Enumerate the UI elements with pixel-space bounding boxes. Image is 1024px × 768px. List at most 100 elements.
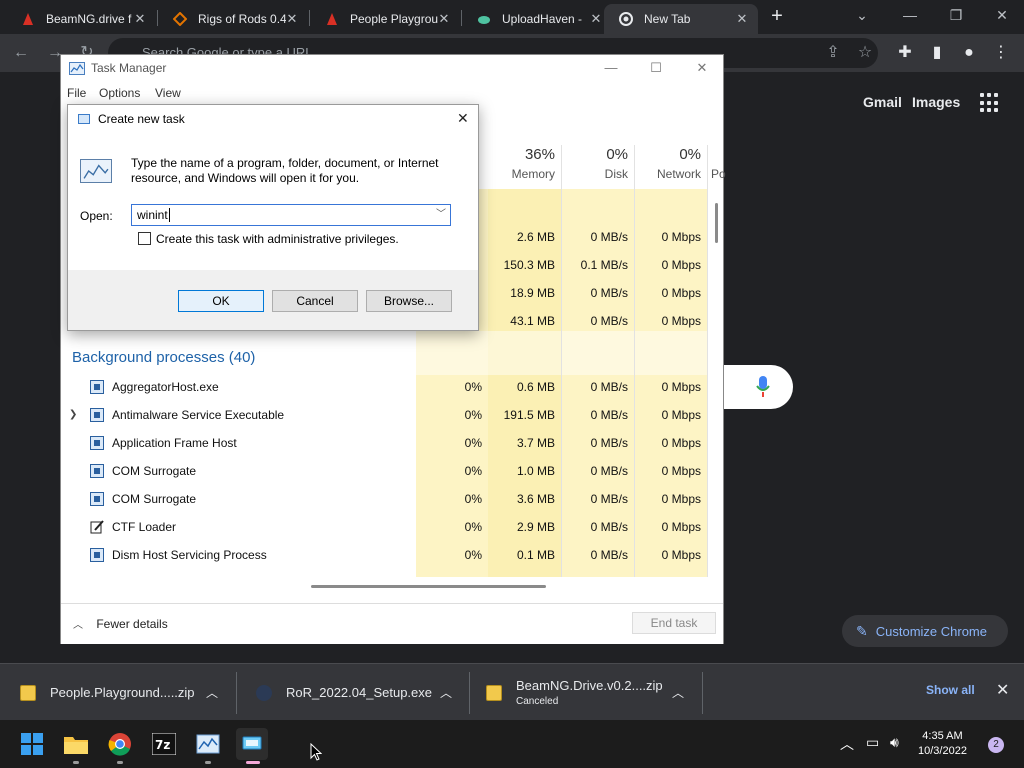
beamng-icon — [20, 11, 36, 27]
menu-file[interactable]: File — [67, 86, 86, 100]
close-tab-icon[interactable]: ✕ — [436, 11, 452, 27]
taskbar-clock[interactable]: 4:35 AM 10/3/2022 — [918, 729, 967, 759]
disk-cell: 0 MB/s — [590, 436, 628, 450]
open-label: Open: — [80, 209, 113, 223]
new-tab-button[interactable]: + — [766, 6, 788, 28]
admin-privileges-label[interactable]: Create this task with administrative pri… — [156, 232, 399, 246]
chevron-up-icon[interactable]: ︿ — [440, 684, 452, 701]
network-cell: 0 Mbps — [661, 520, 701, 534]
maximize-icon[interactable]: ☐ — [646, 60, 666, 78]
restore-icon[interactable]: ❐ — [936, 4, 976, 26]
tab-rigs-of-rods[interactable]: Rigs of Rods 0.4 ✕ — [158, 4, 308, 34]
table-row[interactable]: CTF Loader 0% 2.9 MB 0 MB/s 0 Mbps — [61, 513, 707, 541]
download-item[interactable]: BeamNG.Drive.v0.2....zip Canceled ︿ — [486, 664, 684, 721]
close-icon[interactable]: ✕ — [692, 60, 712, 78]
close-tab-icon[interactable]: ✕ — [734, 11, 750, 27]
profile-icon[interactable]: ● — [958, 42, 980, 64]
header-power[interactable]: Po — [711, 145, 726, 189]
download-item[interactable]: RoR_2022.04_Setup.exe ︿ — [256, 664, 452, 721]
close-window-icon[interactable]: ✕ — [982, 4, 1022, 26]
network-cell: 0 Mbps — [661, 230, 701, 244]
gmail-link[interactable]: Gmail — [863, 94, 902, 110]
close-downloads-icon[interactable]: ✕ — [996, 680, 1009, 700]
menu-dots-icon[interactable]: ⋮ — [990, 42, 1012, 64]
side-panel-icon[interactable]: ▮ — [926, 42, 948, 64]
dialog-body: Type the name of a program, folder, docu… — [68, 133, 478, 270]
window-title: Task Manager — [91, 61, 167, 75]
header-network[interactable]: 0% Network — [634, 145, 701, 189]
open-combobox[interactable]: winint ﹀ — [131, 204, 451, 226]
run-icon — [78, 114, 90, 124]
close-tab-icon[interactable]: ✕ — [588, 11, 604, 27]
chevron-up-icon[interactable]: ︿ — [206, 684, 218, 701]
process-name: COM Surrogate — [112, 464, 197, 478]
create-new-task-dialog[interactable]: Create new task ✕ Type the name of a pro… — [67, 104, 479, 331]
download-filename: BeamNG.Drive.v0.2....zip — [516, 678, 663, 693]
share-icon[interactable]: ⇪ — [822, 42, 844, 64]
file-explorer-icon[interactable] — [60, 728, 92, 764]
ok-button[interactable]: OK — [178, 290, 264, 312]
customize-chrome-button[interactable]: ✎ Customize Chrome — [842, 615, 1008, 647]
bookmark-star-icon[interactable]: ☆ — [854, 42, 876, 64]
header-memory[interactable]: 36% Memory — [488, 145, 555, 189]
horizontal-scrollbar[interactable] — [311, 585, 546, 588]
7zip-icon[interactable]: 7z — [148, 728, 180, 760]
start-icon[interactable] — [16, 728, 48, 760]
tab-new-tab[interactable]: New Tab ✕ — [604, 4, 758, 34]
tab-people-playground[interactable]: People Playgrou ✕ — [310, 4, 460, 34]
table-row[interactable]: COM Surrogate 0% 1.0 MB 0 MB/s 0 Mbps — [61, 457, 707, 485]
dialog-titlebar[interactable]: Create new task ✕ — [68, 105, 478, 133]
download-item[interactable]: People.Playground.....zip ︿ — [20, 664, 218, 721]
tab-search-icon[interactable]: ⌄ — [842, 4, 882, 26]
menu-view[interactable]: View — [155, 86, 181, 100]
minimize-icon[interactable]: — — [890, 4, 930, 26]
vertical-scrollbar[interactable] — [715, 203, 718, 243]
browse-button[interactable]: Browse... — [366, 290, 452, 312]
fewer-details-button[interactable]: ︿ Fewer details — [73, 616, 168, 631]
process-name: Application Frame Host — [112, 436, 237, 450]
images-link[interactable]: Images — [912, 94, 960, 110]
tab-uploadhaven[interactable]: UploadHaven - ✕ — [462, 4, 612, 34]
volume-icon[interactable]: 🔊︎ — [890, 734, 899, 751]
chevron-down-icon[interactable]: ﹀ — [436, 205, 446, 225]
google-apps-icon[interactable] — [980, 93, 1000, 113]
background-processes-heading: Background processes (40) — [72, 349, 256, 366]
table-row[interactable]: ❯ Antimalware Service Executable 0% 191.… — [61, 401, 707, 429]
run-icon[interactable] — [236, 728, 268, 764]
chrome-icon[interactable] — [104, 728, 136, 764]
chrome-icon — [618, 11, 634, 27]
tab-title: Rigs of Rods 0.4 — [198, 12, 286, 26]
admin-privileges-checkbox[interactable] — [138, 232, 151, 245]
chevron-up-icon[interactable]: ︿ — [672, 684, 684, 701]
header-disk[interactable]: 0% Disk — [561, 145, 628, 189]
chevron-up-icon[interactable]: ︿ — [840, 734, 854, 754]
table-row[interactable]: Dism Host Servicing Process 0% 0.1 MB 0 … — [61, 541, 707, 569]
fewer-details-label: Fewer details — [96, 617, 168, 631]
back-icon[interactable]: ← — [10, 42, 32, 64]
menu-options[interactable]: Options — [99, 86, 140, 100]
show-all-downloads-link[interactable]: Show all — [926, 683, 975, 697]
minimize-icon[interactable]: — — [601, 60, 621, 78]
cancel-button[interactable]: Cancel — [272, 290, 358, 312]
tab-beamng[interactable]: BeamNG.drive f ✕ — [6, 4, 156, 34]
power-label: Po — [711, 167, 726, 181]
notification-badge[interactable]: 2 — [988, 737, 1004, 753]
close-tab-icon[interactable]: ✕ — [132, 11, 148, 27]
task-manager-icon[interactable] — [192, 728, 224, 764]
close-tab-icon[interactable]: ✕ — [284, 11, 300, 27]
end-task-button[interactable]: End task — [632, 612, 716, 634]
network-icon[interactable]: ▭ — [866, 734, 879, 751]
network-percent: 0% — [679, 146, 701, 163]
table-row[interactable]: AggregatorHost.exe 0% 0.6 MB 0 MB/s 0 Mb… — [61, 373, 707, 401]
extensions-icon[interactable]: ✚ — [894, 42, 916, 64]
table-row[interactable]: Application Frame Host 0% 3.7 MB 0 MB/s … — [61, 429, 707, 457]
windows-taskbar: 7z ︿ ▭ 🔊︎ — [0, 720, 1024, 768]
voice-search-icon[interactable] — [756, 375, 770, 399]
process-name: COM Surrogate — [112, 492, 197, 506]
expand-chevron-icon[interactable]: ❯ — [69, 409, 77, 420]
table-row[interactable]: COM Surrogate 0% 3.6 MB 0 MB/s 0 Mbps — [61, 485, 707, 513]
memory-percent: 36% — [524, 146, 555, 163]
close-icon[interactable]: ✕ — [457, 110, 469, 127]
task-manager-titlebar[interactable]: Task Manager — ☐ ✕ — [61, 55, 725, 83]
process-icon — [90, 548, 104, 562]
